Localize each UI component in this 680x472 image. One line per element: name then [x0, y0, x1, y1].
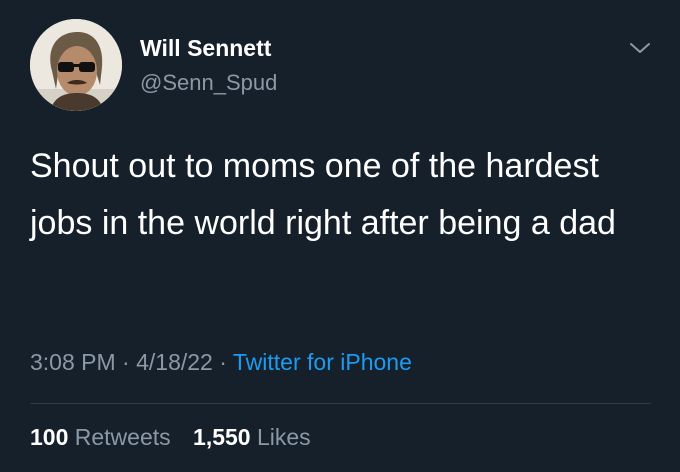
meta-separator: · [212, 349, 233, 375]
tweet-card: Will Sennett @Senn_Spud Shout out to mom… [0, 0, 680, 472]
retweets-stat[interactable]: 100 Retweets [30, 424, 171, 450]
tweet-meta: 3:08 PM · 4/18/22 · Twitter for iPhone [30, 349, 412, 376]
author-display-name[interactable]: Will Sennett [140, 35, 271, 62]
avatar-photo [30, 19, 122, 111]
divider [30, 403, 651, 404]
meta-separator: · [115, 349, 137, 375]
likes-count: 1,550 [193, 424, 251, 450]
tweet-date[interactable]: 4/18/22 [136, 349, 213, 375]
chevron-down-icon[interactable] [628, 38, 652, 58]
retweets-count: 100 [30, 424, 69, 450]
tweet-text: Shout out to moms one of the hardest job… [30, 147, 616, 242]
tweet-stats: 100 Retweets 1,550 Likes [30, 424, 327, 451]
likes-label: Likes [256, 424, 311, 450]
tweet-source-link[interactable]: Twitter for iPhone [233, 349, 412, 375]
likes-stat[interactable]: 1,550 Likes [193, 424, 311, 450]
author-handle[interactable]: @Senn_Spud [140, 70, 277, 96]
retweets-label: Retweets [74, 424, 171, 450]
avatar[interactable] [30, 19, 122, 111]
tweet-time[interactable]: 3:08 PM [30, 349, 116, 375]
